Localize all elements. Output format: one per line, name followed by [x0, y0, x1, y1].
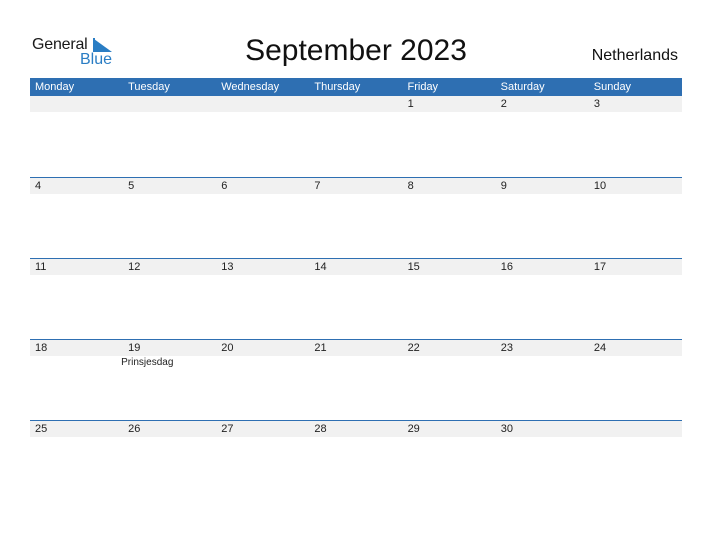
day-cell: 22	[403, 340, 496, 421]
country-label: Netherlands	[591, 47, 678, 64]
day-cell: 16	[496, 259, 589, 340]
day-cell: 28	[309, 421, 402, 502]
day-number: 17	[593, 261, 607, 273]
day-cell: 13	[216, 259, 309, 340]
weekday-sunday: Sunday	[593, 81, 632, 93]
weekday-friday: Friday	[407, 81, 439, 93]
day-number: 2	[500, 98, 507, 110]
day-cell: 2	[496, 96, 589, 177]
day-number: 18	[35, 342, 48, 354]
day-number: 21	[314, 342, 327, 354]
day-number: 6	[221, 180, 228, 192]
day-number: 16	[500, 261, 513, 273]
week-row: 25 26 27 28 29 30	[30, 420, 682, 502]
day-number: 30	[500, 423, 513, 435]
day-number: 11	[35, 261, 47, 273]
day-cell: 5	[123, 178, 216, 259]
day-cell: 10	[589, 178, 682, 259]
day-cell: 1	[403, 96, 496, 177]
day-cell: 24	[589, 340, 682, 421]
day-number: 7	[314, 180, 321, 192]
day-cell: 6	[216, 178, 309, 259]
day-cell: 11	[30, 259, 123, 340]
day-cell: 30	[496, 421, 589, 502]
day-cell: 18	[30, 340, 123, 421]
day-cell: 15	[403, 259, 496, 340]
week-row: 4 5 6 7 8 9 10	[30, 177, 682, 259]
day-number: 5	[128, 180, 135, 192]
day-number: 20	[221, 342, 234, 354]
day-cell: 21	[309, 340, 402, 421]
day-number: 1	[407, 98, 414, 110]
weekday-saturday: Saturday	[500, 81, 545, 93]
day-number: 4	[35, 180, 42, 192]
day-number: 19	[128, 342, 141, 354]
day-cell: 23	[496, 340, 589, 421]
day-number: 27	[221, 423, 234, 435]
weekday-monday: Monday	[35, 81, 75, 93]
day-number: 3	[593, 98, 600, 110]
weekday-wednesday: Wednesday	[221, 81, 280, 93]
day-cell: 4	[30, 178, 123, 259]
day-cell: 17	[589, 259, 682, 340]
weekday-thursday: Thursday	[314, 81, 361, 93]
day-cell	[216, 96, 309, 177]
day-cell: 27	[216, 421, 309, 502]
day-cell: 26	[123, 421, 216, 502]
day-number: 28	[314, 423, 327, 435]
day-cell	[589, 421, 682, 502]
day-number: 15	[407, 261, 420, 273]
week-row: 11 12 13 14 15 16 17	[30, 258, 682, 340]
day-cell	[30, 96, 123, 177]
day-number: 13	[221, 261, 234, 273]
weekday-header: Monday Tuesday Wednesday Thursday Friday…	[30, 78, 682, 96]
week-row: 1 2 3	[30, 96, 682, 177]
day-cell: 9	[496, 178, 589, 259]
day-number: 23	[500, 342, 513, 354]
day-cell: 3	[589, 96, 682, 177]
day-number: 8	[407, 180, 414, 192]
weekday-tuesday: Tuesday	[128, 81, 170, 93]
day-cell: 7	[309, 178, 402, 259]
day-number: 10	[593, 180, 607, 192]
day-number: 25	[35, 423, 48, 435]
day-number: 12	[128, 261, 141, 273]
day-cell	[123, 96, 216, 177]
day-cell	[309, 96, 402, 177]
day-number: 22	[407, 342, 420, 354]
day-cell: 20	[216, 340, 309, 421]
day-number: 9	[500, 180, 507, 192]
day-cell: 19 Prinsjesdag	[121, 340, 216, 421]
holiday-label: Prinsjesdag	[121, 357, 174, 368]
day-number: 24	[593, 342, 607, 354]
day-cell: 29	[403, 421, 496, 502]
day-number: 29	[407, 423, 420, 435]
day-number: 14	[314, 261, 327, 273]
day-cell: 14	[309, 259, 402, 340]
day-cell: 25	[30, 421, 123, 502]
day-cell: 8	[403, 178, 496, 259]
day-cell: 12	[123, 259, 216, 340]
day-number: 26	[128, 423, 141, 435]
week-row: 18 19 Prinsjesdag 20 21 22 23 24	[30, 339, 682, 421]
